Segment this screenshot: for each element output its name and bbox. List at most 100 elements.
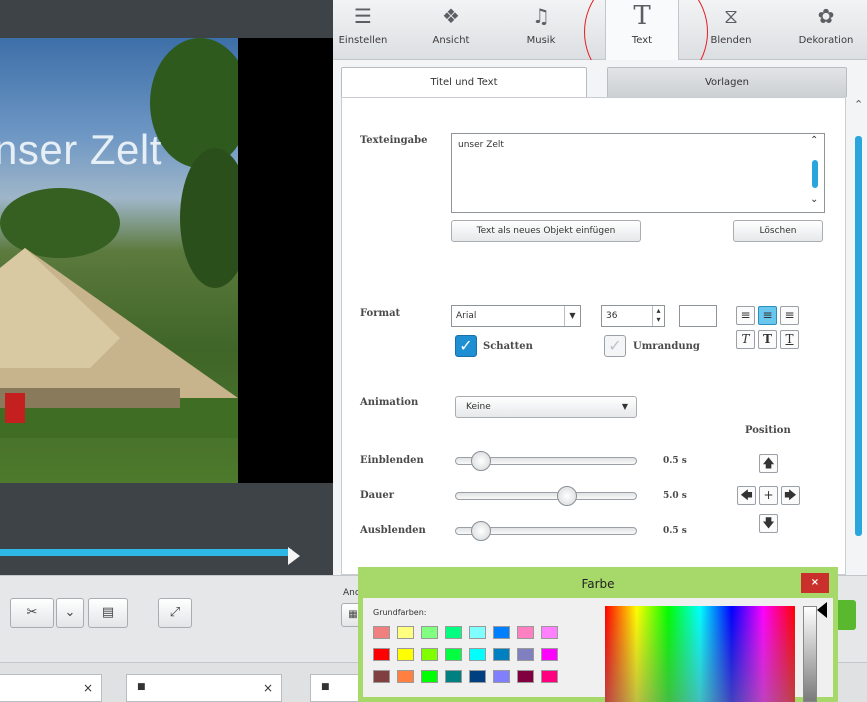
fade-out-value: 0.5 s (663, 526, 687, 536)
tab-blenden[interactable]: ⧖ Blenden (701, 0, 761, 58)
cut-options-dropdown[interactable]: ⌄ (56, 598, 84, 628)
textarea-scrollbar[interactable]: ⌃ ⌄ (809, 135, 821, 208)
view-icon: ❖ (442, 4, 460, 28)
color-dialog-title: Farbe (363, 572, 833, 598)
underline-button[interactable]: T (780, 330, 799, 349)
tab-label: Musik (526, 35, 556, 46)
insert-text-button[interactable]: Text als neues Objekt einfügen (451, 220, 641, 242)
color-swatch[interactable] (373, 670, 390, 683)
panel-scrollbar[interactable]: ⌃ (852, 98, 866, 578)
cut-button[interactable]: ✂ (10, 598, 54, 628)
spinner-arrows-icon: ▴ ▾ (652, 306, 664, 326)
color-swatch[interactable] (421, 670, 438, 683)
color-swatch[interactable] (541, 648, 558, 661)
close-icon[interactable]: × (83, 681, 93, 695)
delete-text-button[interactable]: Löschen (733, 220, 823, 242)
playback-progress-bar[interactable] (0, 549, 292, 556)
app-window: nser Zelt ☰ Einstellen ❖ Ansicht ♫ Musik… (0, 0, 867, 702)
fullscreen-button[interactable]: ⤢ (158, 598, 192, 628)
color-swatch[interactable] (397, 670, 414, 683)
color-swatch[interactable] (469, 626, 486, 639)
chevron-up-icon[interactable]: ⌃ (810, 135, 818, 146)
bold-button[interactable]: T (758, 330, 777, 349)
outline-label: Umrandung (633, 341, 700, 352)
text-panel: Titel und Text Vorlagen ⌃ Texteingabe un… (333, 60, 867, 575)
shadow-checkbox[interactable]: ✓ (455, 335, 477, 357)
color-swatch[interactable] (493, 648, 510, 661)
color-swatch[interactable] (397, 648, 414, 661)
green-action-button[interactable] (836, 600, 856, 630)
tab-label: Einstellen (338, 35, 388, 46)
fade-in-value: 0.5 s (663, 456, 687, 466)
close-dialog-button[interactable]: × (801, 573, 829, 593)
format-label: Format (360, 308, 401, 319)
color-swatch[interactable] (541, 626, 558, 639)
text-input-label: Texteingabe (360, 135, 428, 146)
subtab-vorlagen[interactable]: Vorlagen (607, 67, 847, 97)
tab-label: Ansicht (432, 35, 470, 46)
align-center-button[interactable]: ≡ (758, 306, 777, 325)
align-right-button[interactable]: ≡ (780, 306, 799, 325)
tree-foliage (150, 38, 238, 168)
text-input-field[interactable]: unser Zelt ⌃ ⌄ (451, 133, 825, 213)
color-swatch[interactable] (517, 626, 534, 639)
color-swatch[interactable] (445, 626, 462, 639)
text-color-swatch[interactable] (679, 305, 717, 327)
center-position-button[interactable]: + (759, 486, 778, 505)
font-select-value: Arial (456, 311, 477, 321)
move-right-button[interactable]: 🡆 (781, 486, 800, 505)
scroll-up-icon[interactable]: ⌃ (854, 98, 863, 111)
color-swatch[interactable] (493, 626, 510, 639)
outline-checkbox[interactable]: ✓ (604, 335, 626, 357)
duration-label: Dauer (360, 490, 395, 501)
timeline-slot[interactable]: × (0, 674, 102, 702)
animation-select[interactable]: Keine ▼ (455, 396, 637, 418)
color-swatch[interactable] (421, 626, 438, 639)
color-swatch[interactable] (373, 626, 390, 639)
subtab-titel-und-text[interactable]: Titel und Text (341, 67, 587, 97)
scrollbar-thumb[interactable] (855, 136, 862, 536)
color-swatch[interactable] (373, 648, 390, 661)
move-down-button[interactable]: 🡇 (759, 514, 778, 533)
duration-slider[interactable] (455, 492, 637, 500)
color-swatch[interactable] (541, 670, 558, 683)
color-spectrum[interactable] (605, 606, 795, 702)
textarea-scroll-thumb[interactable] (812, 160, 818, 188)
luminance-bar[interactable] (803, 606, 817, 702)
color-swatch[interactable] (469, 648, 486, 661)
color-swatch[interactable] (397, 626, 414, 639)
color-swatch[interactable] (445, 648, 462, 661)
close-icon[interactable]: × (263, 681, 273, 695)
tab-dekoration[interactable]: ✿ Dekoration (787, 0, 865, 58)
move-up-button[interactable]: 🡅 (759, 454, 778, 473)
shadow-label: Schatten (483, 341, 533, 352)
color-swatch[interactable] (517, 670, 534, 683)
color-swatch[interactable] (421, 648, 438, 661)
italic-button[interactable]: T (736, 330, 755, 349)
color-swatch[interactable] (517, 648, 534, 661)
duration-slider-thumb[interactable] (557, 486, 578, 506)
scissors-icon: ✂ (26, 605, 38, 620)
playback-end-marker[interactable] (288, 547, 300, 565)
tab-einstellen[interactable]: ☰ Einstellen (333, 0, 393, 58)
color-swatch[interactable] (493, 670, 510, 683)
expand-icon: ⤢ (169, 605, 181, 620)
color-swatch[interactable] (469, 670, 486, 683)
chevron-down-icon[interactable]: ⌄ (810, 194, 818, 205)
chevron-down-icon: ⌄ (64, 605, 76, 620)
timeline-slot[interactable]: ■ × (126, 674, 282, 702)
move-left-button[interactable]: 🡄 (737, 486, 756, 505)
tab-musik[interactable]: ♫ Musik (511, 0, 571, 58)
luminance-pointer-icon[interactable] (817, 602, 827, 618)
font-size-spinner[interactable]: 36 ▴ ▾ (601, 305, 665, 327)
font-select[interactable]: Arial ▼ (451, 305, 581, 327)
tab-ansicht[interactable]: ❖ Ansicht (421, 0, 481, 58)
animation-label: Animation (360, 397, 419, 408)
color-dialog: Farbe × Grundfarben: (358, 567, 838, 702)
overlay-title-text[interactable]: nser Zelt (0, 126, 162, 174)
color-swatch[interactable] (445, 670, 462, 683)
align-left-button[interactable]: ≡ (736, 306, 755, 325)
basic-colors-label: Grundfarben: (373, 608, 427, 617)
video-preview[interactable]: nser Zelt (0, 38, 238, 483)
film-button[interactable]: ▤ (88, 598, 128, 628)
